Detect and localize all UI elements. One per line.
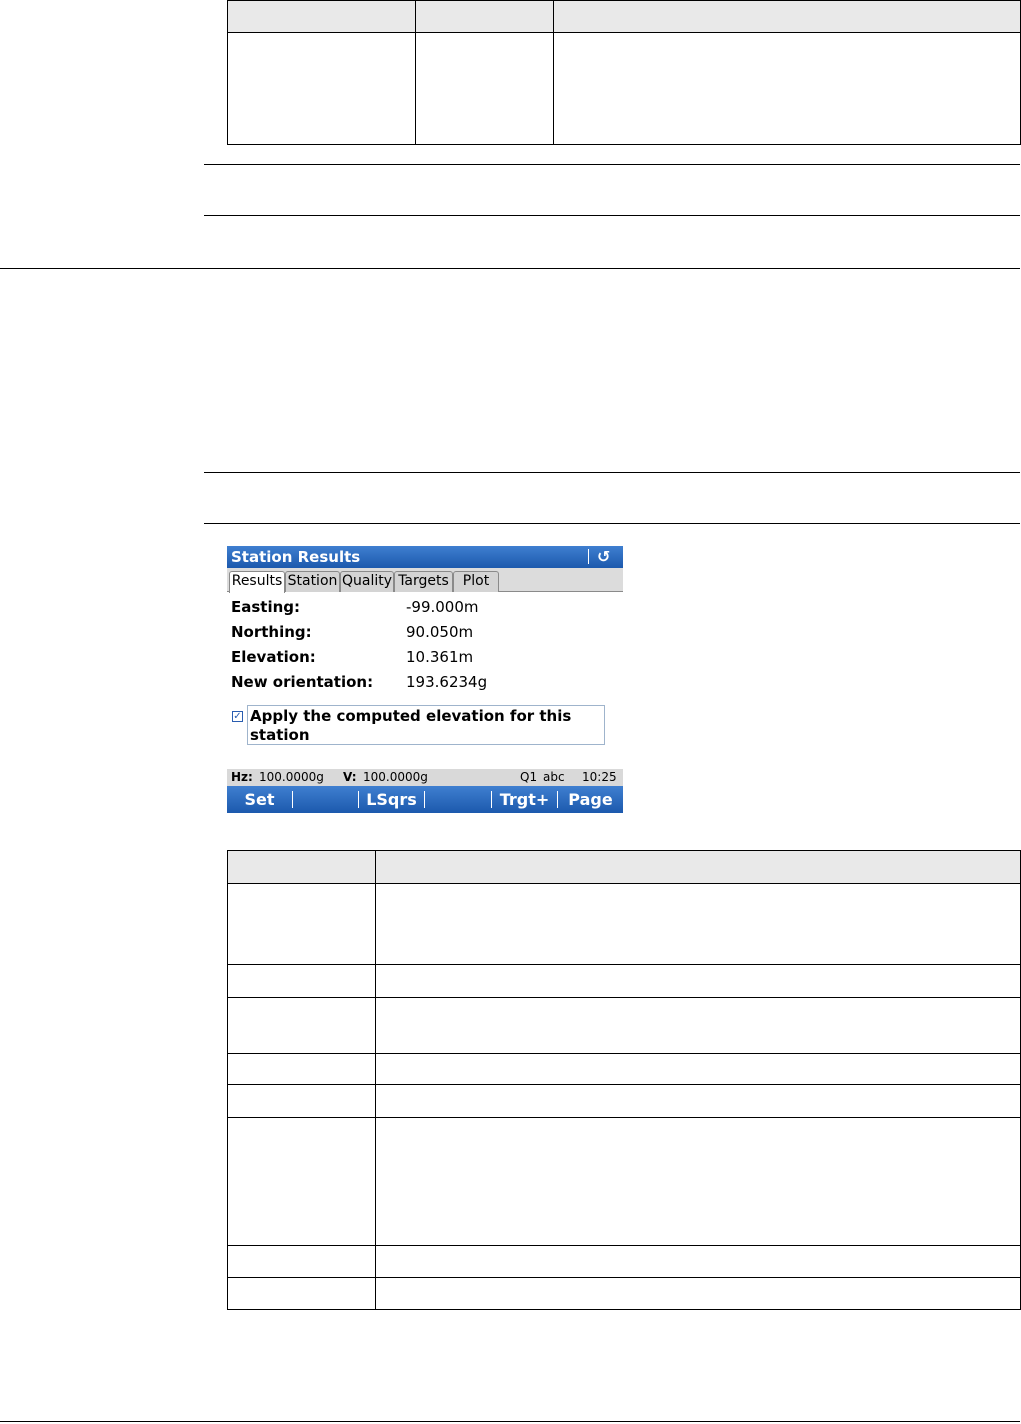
apply-elevation-checkbox[interactable]: ✓ xyxy=(232,711,243,722)
divider xyxy=(204,215,1020,216)
table-cell xyxy=(375,1053,1021,1085)
v-value: 100.0000g xyxy=(363,770,428,784)
table-cell xyxy=(227,883,376,965)
lsqrs-button[interactable]: LSqrs xyxy=(359,786,424,813)
quality-indicator: Q1 xyxy=(520,770,538,784)
top-table-cell xyxy=(227,32,416,145)
field-label: New orientation: xyxy=(231,673,374,691)
top-table-header-cell xyxy=(415,0,554,33)
title-bar: Station Results ↺ xyxy=(227,546,623,568)
table-cell xyxy=(227,997,376,1054)
v-label: V: xyxy=(343,770,357,784)
clock: 10:25 xyxy=(582,770,617,784)
status-bar: Hz: 100.0000g V: 100.0000g Q1 abc 10:25 xyxy=(227,769,623,786)
tab-targets[interactable]: Targets xyxy=(394,571,453,592)
field-value: 90.050m xyxy=(406,623,474,641)
field-label: Elevation: xyxy=(231,648,316,666)
field-value: 10.361m xyxy=(406,648,474,666)
station-results-screen: Station Results ↺ Results Station Qualit… xyxy=(227,546,623,813)
back-icon[interactable]: ↺ xyxy=(597,547,610,566)
table-cell xyxy=(227,1117,376,1246)
tab-station[interactable]: Station xyxy=(285,571,340,592)
table-row xyxy=(227,997,1021,1054)
softkey-4[interactable] xyxy=(425,786,491,813)
table-row xyxy=(227,1084,1021,1118)
field-label: Easting: xyxy=(231,598,301,616)
table-cell xyxy=(227,1053,376,1085)
table-cell xyxy=(375,1277,1021,1310)
table-cell xyxy=(375,1117,1021,1246)
divider xyxy=(204,523,1020,524)
screen-title: Station Results xyxy=(231,548,361,566)
table-row xyxy=(227,1245,1021,1278)
tab-plot[interactable]: Plot xyxy=(453,571,499,592)
field-label: Northing: xyxy=(231,623,312,641)
top-table-cell xyxy=(553,32,1021,145)
table-row xyxy=(227,1277,1021,1310)
apply-elevation-label[interactable]: Apply the computed elevation for this st… xyxy=(247,705,605,745)
field-value: 193.6234g xyxy=(406,673,488,691)
section-divider xyxy=(0,268,1020,269)
table-row xyxy=(227,1053,1021,1085)
table-cell xyxy=(227,964,376,998)
table-cell xyxy=(375,997,1021,1054)
trgt-plus-button[interactable]: Trgt+ xyxy=(492,786,557,813)
bottom-table xyxy=(227,850,1021,1310)
top-table-header-cell xyxy=(227,0,416,33)
top-table-row xyxy=(227,32,1021,145)
set-button[interactable]: Set xyxy=(227,786,292,813)
top-table-header-row xyxy=(227,0,1021,33)
softkey-2[interactable] xyxy=(293,786,358,813)
title-separator xyxy=(588,549,589,564)
divider xyxy=(204,472,1020,473)
table-cell xyxy=(227,1084,376,1118)
tab-results[interactable]: Results xyxy=(229,571,285,593)
input-mode-indicator: abc xyxy=(543,770,565,784)
softkey-bar: Set LSqrs Trgt+ Page xyxy=(227,786,623,813)
table-cell xyxy=(375,1245,1021,1278)
hz-label: Hz: xyxy=(231,770,253,784)
divider xyxy=(204,164,1020,165)
top-table-cell xyxy=(415,32,554,145)
top-table xyxy=(227,0,1021,145)
field-value: -99.000m xyxy=(406,598,479,616)
table-cell xyxy=(375,883,1021,965)
table-row xyxy=(227,883,1021,965)
footer-divider xyxy=(0,1421,1020,1422)
table-cell xyxy=(227,1245,376,1278)
top-table-header-cell xyxy=(553,0,1021,33)
table-cell xyxy=(375,1084,1021,1118)
tab-quality[interactable]: Quality xyxy=(340,571,394,592)
hz-value: 100.0000g xyxy=(259,770,324,784)
table-cell xyxy=(375,964,1021,998)
tab-bar: Results Station Quality Targets Plot xyxy=(227,568,623,593)
table-row xyxy=(227,1117,1021,1246)
page-button[interactable]: Page xyxy=(558,786,623,813)
bottom-table-header-row xyxy=(227,850,1021,884)
bottom-table-header-cell xyxy=(227,850,376,884)
table-row xyxy=(227,964,1021,998)
table-cell xyxy=(227,1277,376,1310)
bottom-table-header-cell xyxy=(375,850,1021,884)
